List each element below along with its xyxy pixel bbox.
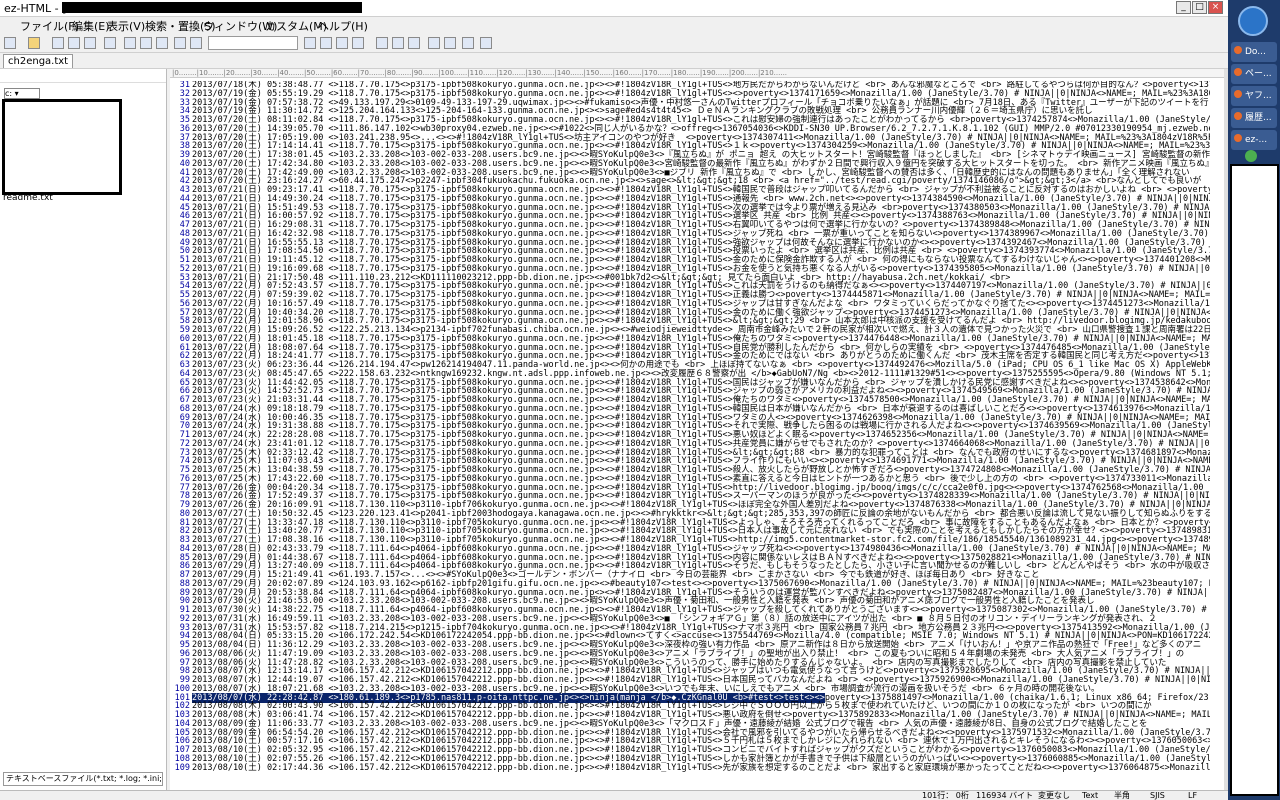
close-button[interactable]: × xyxy=(1208,1,1223,14)
editor-line[interactable]: 109 2013/08/10(土) 02:17:44.36 <>106.157.4… xyxy=(170,762,1210,773)
redacted-filename xyxy=(62,2,362,13)
menu-bar: ファイル(F) 編集(E) 表示(V) 検索・置換(S) ウィンドウ(W) カス… xyxy=(0,17,1228,34)
layout-icon[interactable] xyxy=(462,37,474,49)
firefox-icon xyxy=(1234,134,1242,142)
settings-icon[interactable] xyxy=(480,37,492,49)
status-width: 半角 xyxy=(1114,791,1130,800)
panel-toggle-icon[interactable] xyxy=(428,37,440,49)
find-next-icon[interactable] xyxy=(320,37,332,49)
taskbar-item-1[interactable]: ペー... xyxy=(1231,64,1277,84)
drive-select[interactable]: c: ▾ xyxy=(4,88,40,99)
cut-icon[interactable] xyxy=(124,37,136,49)
status-modified: 変更なし xyxy=(1038,791,1070,800)
notification-area xyxy=(1230,164,1279,796)
minimize-button[interactable]: _ xyxy=(1176,1,1191,14)
window-cascade-icon[interactable] xyxy=(376,37,388,49)
firefox-icon xyxy=(1234,112,1242,120)
taskbar-item-0[interactable]: Do... xyxy=(1231,42,1277,62)
status-size: 116934 バイト xyxy=(976,791,1034,800)
window-tile-v-icon[interactable] xyxy=(408,37,420,49)
toolbar xyxy=(0,34,1228,53)
search-input[interactable] xyxy=(208,36,298,50)
window-title: ez-HTML - [ xyxy=(4,2,67,15)
chrome-icon[interactable] xyxy=(1245,150,1257,162)
status-encoding: SJIS xyxy=(1150,791,1165,800)
browser-preview-icon[interactable] xyxy=(444,37,456,49)
status-mode: Text xyxy=(1082,791,1099,800)
explorer-toolbar xyxy=(0,69,166,83)
menu-help[interactable]: ヘルプ(H) xyxy=(318,18,368,34)
taskbar-item-3[interactable]: 履歴... xyxy=(1231,108,1277,128)
firefox-icon xyxy=(1234,46,1242,54)
line-number: 109 xyxy=(174,762,190,773)
save-icon[interactable] xyxy=(52,37,64,49)
line-text: 2013/08/10(土) 02:17:44.36 <>106.157.42.2… xyxy=(192,762,1210,773)
menu-file[interactable]: ファイル(F) xyxy=(20,18,79,34)
find-icon[interactable] xyxy=(304,37,316,49)
paste-icon[interactable] xyxy=(156,37,168,49)
redo-icon[interactable] xyxy=(190,37,202,49)
find-prev-icon[interactable] xyxy=(336,37,348,49)
title-bar: ez-HTML - [ _ □ × xyxy=(0,0,1228,17)
print-icon[interactable] xyxy=(84,37,96,49)
file-explorer-pane: c: ▾ readme.txt テキストベースファイル(*.txt; *.log… xyxy=(0,69,167,790)
maximize-button[interactable]: □ xyxy=(1192,1,1207,14)
firefox-icon xyxy=(1234,68,1242,76)
menu-view[interactable]: 表示(V) xyxy=(107,18,145,34)
app-window: ez-HTML - [ _ □ × ファイル(F) 編集(E) 表示(V) 検索… xyxy=(0,0,1228,800)
taskbar-item-4[interactable]: ez-... xyxy=(1231,130,1277,150)
status-eol: LF xyxy=(1188,791,1198,800)
text-editor[interactable]: |0........|10.......|20.......|30.......… xyxy=(170,69,1224,790)
file-item-readme[interactable]: readme.txt xyxy=(3,193,53,203)
file-type-filter[interactable]: テキストベースファイル(*.txt; *.log; *.ini; ▾ xyxy=(3,772,163,786)
taskbar-item-2[interactable]: ヤフ... xyxy=(1231,86,1277,106)
editor-lines[interactable]: 31 2013/07/18(木) 05:38:48.77 <>118.7.70.1… xyxy=(170,81,1210,781)
replace-icon[interactable] xyxy=(352,37,364,49)
copy-icon[interactable] xyxy=(140,37,152,49)
status-position: 101行： 0桁 xyxy=(922,791,969,800)
window-tile-h-icon[interactable] xyxy=(392,37,404,49)
folder-tree[interactable] xyxy=(2,99,122,195)
start-button[interactable] xyxy=(1238,6,1268,36)
open-folder-icon[interactable] xyxy=(28,37,40,49)
firefox-icon xyxy=(1234,90,1242,98)
save-all-icon[interactable] xyxy=(68,37,80,49)
undo-icon[interactable] xyxy=(174,37,186,49)
menu-edit[interactable]: 編集(E) xyxy=(72,18,110,34)
status-bar: 101行： 0桁 116934 バイト 変更なし Text 半角 SJIS LF xyxy=(0,790,1228,800)
tab-ch2enga[interactable]: ch2enga.txt xyxy=(3,54,74,68)
new-file-icon[interactable] xyxy=(4,37,16,49)
print-preview-icon[interactable] xyxy=(104,37,116,49)
tab-bar: ch2enga.txt xyxy=(0,53,1228,69)
column-ruler: |0........|10.......|20.......|30.......… xyxy=(170,69,1224,78)
